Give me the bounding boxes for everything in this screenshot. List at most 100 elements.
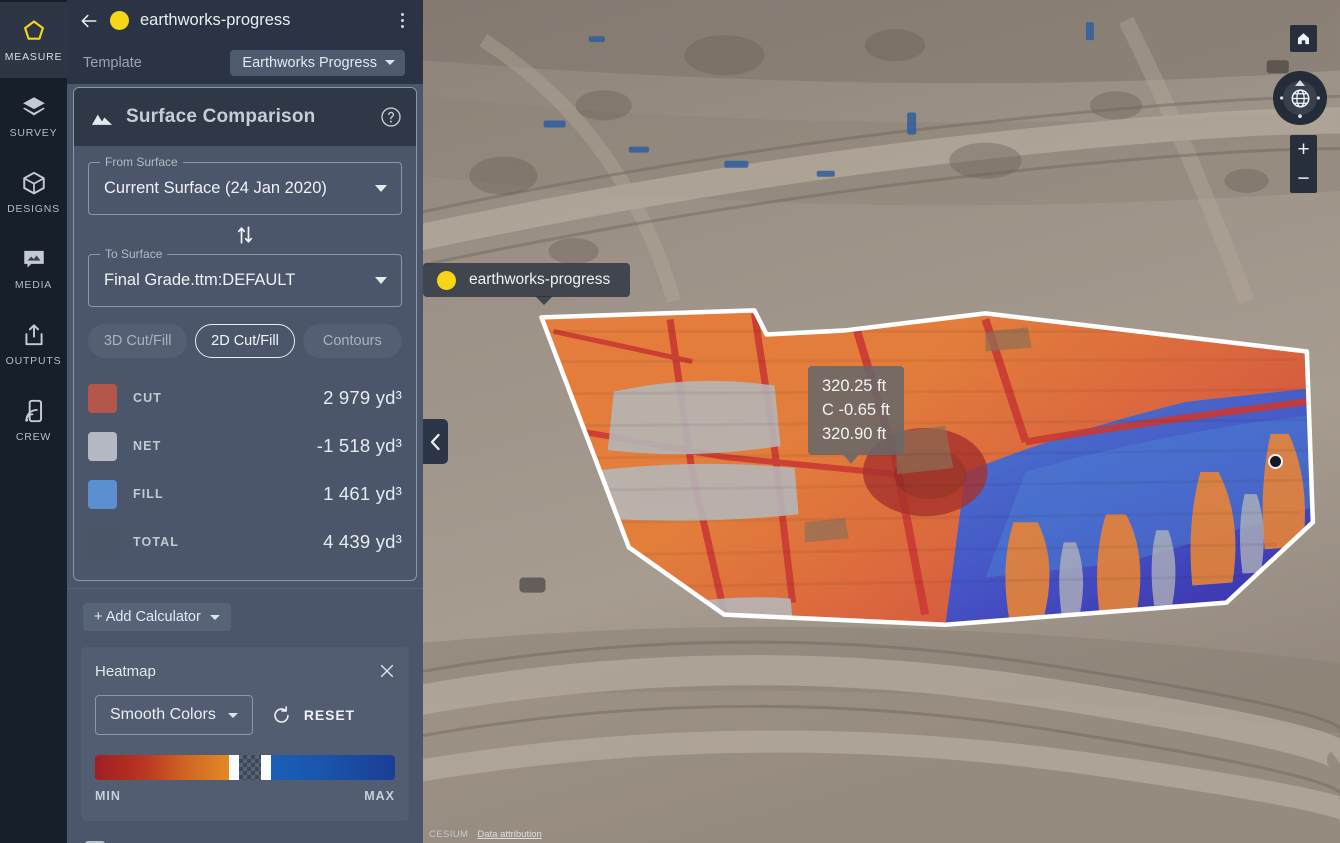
attribution-link[interactable]: Data attribution (477, 829, 541, 840)
to-surface-value: Final Grade.ttm:DEFAULT (104, 271, 375, 290)
sidebar-item-media[interactable]: MEDIA (0, 230, 67, 306)
template-row: Template Earthworks Progress (67, 41, 423, 84)
map-home-button[interactable] (1290, 25, 1317, 52)
back-arrow-icon[interactable] (79, 11, 99, 31)
swap-vertical-icon[interactable] (234, 224, 256, 246)
elevation-tooltip: 320.25 ft C -0.65 ft 320.90 ft (808, 366, 904, 455)
device-signal-icon (21, 398, 47, 424)
sidebar-item-crew[interactable]: CREW (0, 382, 67, 458)
left-nav-rail: MEASURE SURVEY DESIGNS MEDIA (0, 0, 67, 843)
panel-header: earthworks-progress (67, 0, 423, 41)
heatmap-reset-button[interactable]: RESET (271, 705, 355, 726)
zoom-in-button[interactable]: + (1290, 135, 1317, 164)
page-title: earthworks-progress (140, 11, 380, 30)
from-surface-value: Current Surface (24 Jan 2020) (104, 179, 375, 198)
pentagon-icon (21, 18, 47, 44)
from-surface-select[interactable]: From Surface Current Surface (24 Jan 202… (88, 162, 402, 215)
gradient-fill-segment (271, 755, 395, 780)
sidebar-label-designs: DESIGNS (7, 203, 60, 215)
tooltip-line-design: 320.90 ft (822, 422, 890, 446)
chevron-left-icon (429, 433, 442, 451)
heatmap-title: Heatmap (95, 663, 156, 680)
mode-toggle-group: 3D Cut/Fill 2D Cut/Fill Contours (88, 324, 402, 358)
sidebar-item-designs[interactable]: DESIGNS (0, 154, 67, 230)
template-selected-value: Earthworks Progress (242, 55, 377, 71)
swatch-total (88, 528, 117, 557)
sidebar-label-survey: SURVEY (10, 127, 58, 139)
template-label: Template (83, 55, 142, 71)
gradient-cut-segment (95, 755, 229, 780)
stat-row-total: TOTAL 4 439 yd³ (88, 518, 402, 566)
heatmap-card: Heatmap Smooth Colors (81, 647, 409, 821)
template-select[interactable]: Earthworks Progress (230, 50, 405, 76)
swatch-net (88, 432, 117, 461)
layers-icon (21, 94, 47, 120)
gradient-handle-max[interactable] (261, 755, 270, 780)
compass-ring (1273, 71, 1327, 125)
to-surface-legend: To Surface (100, 247, 167, 261)
heatmap-mode-select[interactable]: Smooth Colors (95, 695, 253, 735)
measurement-point-marker[interactable] (1268, 454, 1283, 469)
zoom-out-button[interactable]: − (1290, 164, 1317, 193)
close-icon[interactable] (379, 663, 395, 679)
map-viewport[interactable]: earthworks-progress 320.25 ft C -0.65 ft… (423, 0, 1340, 843)
gradient-range-labels: MIN MAX (95, 789, 395, 803)
chevron-down-icon (375, 277, 387, 284)
swatch-fill (88, 480, 117, 509)
upload-icon (21, 322, 47, 348)
sidebar-label-measure: MEASURE (5, 51, 63, 63)
stat-row-net: NET -1 518 yd³ (88, 422, 402, 470)
stat-label-net: NET (133, 439, 161, 453)
kebab-menu-icon[interactable] (391, 10, 413, 32)
attribution-brand: CESIUM (429, 829, 468, 840)
project-status-dot (110, 11, 129, 30)
measure-panel: earthworks-progress Template Earthworks … (67, 0, 423, 843)
image-icon (21, 246, 47, 272)
mode-contours[interactable]: Contours (303, 324, 402, 358)
help-circle-icon[interactable] (380, 106, 402, 128)
heatmap-gradient-wrap: MIN MAX (95, 755, 395, 803)
chip-label: earthworks-progress (469, 271, 610, 289)
sidebar-label-outputs: OUTPUTS (6, 355, 62, 367)
heatmap-header: Heatmap (95, 661, 395, 681)
stat-value-total: 4 439 yd³ (323, 531, 402, 553)
surface-comparison-header: Surface Comparison (74, 88, 416, 146)
app-root: MEASURE SURVEY DESIGNS MEDIA (0, 0, 1340, 843)
heatmap-gradient-slider[interactable] (95, 755, 395, 780)
gradient-deadband-segment (239, 755, 262, 780)
chevron-down-icon (375, 185, 387, 192)
heatmap-controls: Smooth Colors RESET (95, 695, 395, 735)
panel-scroll-area[interactable]: Surface Comparison From Surface Current … (67, 84, 423, 843)
map-project-chip[interactable]: earthworks-progress (423, 263, 630, 297)
to-surface-select[interactable]: To Surface Final Grade.ttm:DEFAULT (88, 254, 402, 307)
mode-3d-cutfill[interactable]: 3D Cut/Fill (88, 324, 187, 358)
stat-label-fill: FILL (133, 487, 164, 501)
sidebar-item-measure[interactable]: MEASURE (0, 2, 67, 78)
swatch-cut (88, 384, 117, 413)
gradient-min-label: MIN (95, 789, 121, 803)
stat-value-net: -1 518 yd³ (317, 435, 402, 457)
gradient-max-label: MAX (364, 789, 395, 803)
home-icon (1296, 31, 1311, 46)
mode-2d-cutfill[interactable]: 2D Cut/Fill (195, 324, 294, 358)
stat-row-fill: FILL 1 461 yd³ (88, 470, 402, 518)
chevron-down-icon (210, 615, 220, 620)
stat-row-cut: CUT 2 979 yd³ (88, 374, 402, 422)
gradient-handle-min[interactable] (229, 755, 238, 780)
mountain-icon (91, 109, 113, 126)
surface-comparison-card: Surface Comparison From Surface Current … (73, 87, 417, 581)
tooltip-line-delta: C -0.65 ft (822, 398, 890, 422)
refresh-icon (271, 705, 292, 726)
map-compass-control[interactable] (1273, 71, 1327, 125)
chip-status-dot (437, 271, 456, 290)
add-calculator-label: + Add Calculator (94, 609, 201, 625)
map-zoom-controls: + − (1290, 135, 1317, 193)
sidebar-label-crew: CREW (16, 431, 51, 443)
panel-collapse-button[interactable] (423, 419, 448, 464)
add-calculator-button[interactable]: + Add Calculator (83, 603, 231, 631)
sidebar-item-outputs[interactable]: OUTPUTS (0, 306, 67, 382)
from-surface-legend: From Surface (100, 155, 183, 169)
stat-label-cut: CUT (133, 391, 162, 405)
map-attribution: CESIUM Data attribution (429, 829, 542, 840)
sidebar-item-survey[interactable]: SURVEY (0, 78, 67, 154)
